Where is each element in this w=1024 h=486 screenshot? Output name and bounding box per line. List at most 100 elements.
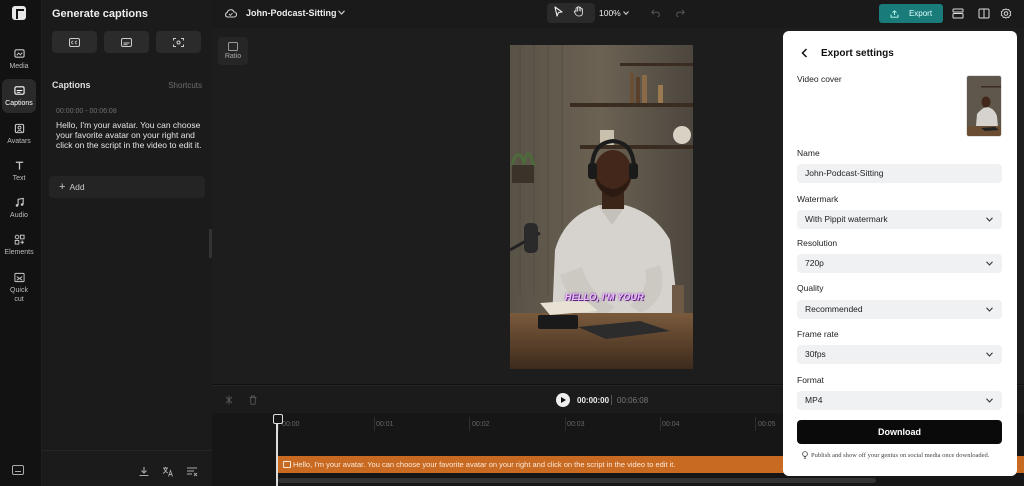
caption-mode-auto-button[interactable] <box>156 31 201 53</box>
rail-item-media[interactable]: Media <box>2 42 36 76</box>
project-title[interactable]: John-Podcast-Sitting <box>246 8 337 18</box>
rail-item-label: Quick cut <box>10 287 28 303</box>
panel-title: Generate captions <box>52 8 148 20</box>
frame-rate-select[interactable]: 30fps <box>797 345 1002 364</box>
video-caption-overlay[interactable]: HELLO, I'M YOUR <box>565 292 644 302</box>
tick-mark <box>374 417 375 431</box>
app-logo <box>12 6 26 20</box>
format-select[interactable]: MP4 <box>797 391 1002 410</box>
ratio-button[interactable]: Ratio <box>218 37 248 65</box>
lightbulb-icon <box>802 451 808 459</box>
hand-pan-icon[interactable] <box>573 6 584 17</box>
avatars-icon <box>14 123 24 133</box>
promo-text: Publish and show off your genius on soci… <box>811 451 990 459</box>
rail-item-quick-cut[interactable]: Quick cut <box>2 268 36 308</box>
caption-text[interactable]: Hello, I'm your avatar. You can choose y… <box>56 120 202 150</box>
total-time: 00:06:08 <box>617 396 649 405</box>
caption-track-text: Hello, I'm your avatar. You can choose y… <box>293 460 676 469</box>
caption-mode-cc-button[interactable] <box>52 31 97 53</box>
modal-title: Export settings <box>821 48 894 59</box>
tick-label: 00:00 <box>282 421 300 428</box>
video-cover-thumbnail[interactable] <box>966 75 1002 137</box>
resolution-label: Resolution <box>797 238 838 248</box>
rail-item-label: Avatars <box>7 137 31 145</box>
rail-item-label: Captions <box>5 99 33 107</box>
cloud-icon <box>225 9 237 18</box>
timeline-scrollbar[interactable] <box>278 478 876 483</box>
rail-item-label: Media <box>9 62 29 70</box>
rail-item-label: Text <box>12 174 26 182</box>
rail-item-elements[interactable]: Elements <box>2 228 36 262</box>
download-icon[interactable] <box>138 466 150 477</box>
captions-heading: Captions <box>52 80 91 90</box>
zoom-level[interactable]: 100% <box>599 8 621 18</box>
redo-icon[interactable] <box>675 9 685 17</box>
top-bar: John-Podcast-Sitting 100% Export <box>212 0 1024 28</box>
media-icon <box>13 48 25 58</box>
tick-mark <box>660 417 661 431</box>
rail-item-text[interactable]: Text <box>2 154 36 188</box>
chevron-down-icon <box>986 398 993 403</box>
video-preview[interactable]: HELLO, I'M YOUR <box>510 45 693 369</box>
split-icon[interactable] <box>224 395 234 405</box>
rail-item-label: Elements <box>4 248 34 256</box>
cover-image <box>967 76 1001 136</box>
keyboard-icon[interactable] <box>12 465 24 475</box>
playhead[interactable] <box>273 414 283 486</box>
resolution-value: 720p <box>805 258 824 268</box>
divider <box>611 395 612 405</box>
format-label: Format <box>797 375 824 385</box>
panel-layout-icon[interactable] <box>978 8 990 19</box>
delete-icon[interactable] <box>248 395 258 405</box>
tick-label: 00:04 <box>662 421 680 428</box>
tick-label: 00:05 <box>758 421 776 428</box>
ratio-icon <box>228 42 238 51</box>
rail-item-avatars[interactable]: Avatars <box>2 117 36 151</box>
elements-icon <box>14 234 25 245</box>
frame-rate-label: Frame rate <box>797 329 839 339</box>
export-settings-modal: Export settings Video cover Name John-Po… <box>783 31 1017 476</box>
tick-label: 00:02 <box>472 421 490 428</box>
quality-select[interactable]: Recommended <box>797 300 1002 319</box>
rail-item-audio[interactable]: Audio <box>2 191 36 225</box>
caption-mode-subtitle-button[interactable] <box>104 31 149 53</box>
watermark-value: With Pippit watermark <box>805 214 888 224</box>
shortcuts-link[interactable]: Shortcuts <box>168 81 202 90</box>
frame-rate-value: 30fps <box>805 349 826 359</box>
ratio-label: Ratio <box>224 53 242 60</box>
tick-label: 00:01 <box>376 421 394 428</box>
podcast-avatar-image <box>510 45 693 369</box>
cursor-select-icon[interactable] <box>553 6 564 17</box>
translate-icon[interactable] <box>162 466 174 477</box>
gear-icon[interactable] <box>1000 8 1012 19</box>
download-button[interactable]: Download <box>797 420 1002 444</box>
chevron-down-icon[interactable] <box>338 10 345 15</box>
quality-label: Quality <box>797 283 824 293</box>
play-button[interactable] <box>556 393 570 407</box>
caption-style-icon[interactable] <box>186 466 198 477</box>
subtitle-icon <box>121 37 132 47</box>
chevron-down-icon <box>986 217 993 222</box>
promo-note: Publish and show off your genius on soci… <box>802 451 1012 459</box>
captions-icon <box>13 85 25 95</box>
video-cover-label: Video cover <box>797 74 842 84</box>
export-button[interactable]: Export <box>879 4 943 23</box>
name-input[interactable]: John-Podcast-Sitting <box>797 164 1002 183</box>
left-rail: Media Captions Avatars Text Audio Elemen… <box>0 0 42 486</box>
export-icon <box>890 9 899 18</box>
back-arrow-icon[interactable] <box>800 48 809 58</box>
layers-icon[interactable] <box>952 8 964 19</box>
resolution-select[interactable]: 720p <box>797 254 1002 273</box>
watermark-label: Watermark <box>797 194 839 204</box>
divider <box>42 450 212 451</box>
rail-item-captions[interactable]: Captions <box>2 79 36 113</box>
chevron-down-icon[interactable] <box>623 11 629 15</box>
watermark-select[interactable]: With Pippit watermark <box>797 210 1002 229</box>
rail-item-label: Audio <box>10 211 28 219</box>
text-icon <box>15 161 23 170</box>
add-caption-button[interactable]: + Add <box>49 176 205 198</box>
plus-icon: + <box>59 181 66 193</box>
undo-icon[interactable] <box>651 9 661 17</box>
audio-icon <box>15 197 24 207</box>
cc-icon <box>69 37 80 47</box>
